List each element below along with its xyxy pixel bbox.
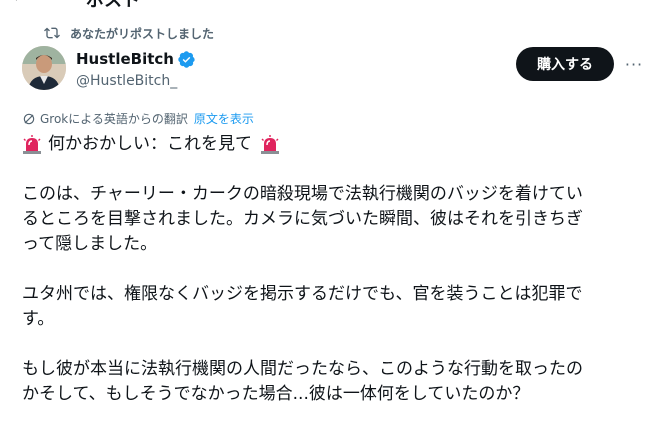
tweet-headline: 何かおかしい：これを見て xyxy=(22,132,642,157)
buy-button[interactable]: 購入する xyxy=(516,47,614,81)
avatar[interactable] xyxy=(22,46,66,90)
translation-label: Grokによる英語からの翻訳 xyxy=(40,112,188,126)
author-name-line[interactable]: HustleBitch xyxy=(76,50,195,68)
tweet-line: もし彼が本当に法執行機関の人間だったなら、このような行動を取ったの xyxy=(22,359,583,379)
arrow-left-icon[interactable]: ← xyxy=(12,0,27,7)
tweet-line: す。 xyxy=(22,309,55,329)
tweet-line: って隠しました。 xyxy=(22,234,158,254)
repost-indicator: あなたがリポストしました xyxy=(44,24,214,42)
author-name[interactable]: HustleBitch xyxy=(76,50,174,68)
siren-icon xyxy=(23,134,41,154)
avatar-image xyxy=(22,46,66,90)
tweet-line: ユタ州では、権限なくバッジを掲示するだけでも、官を装うことは犯罪で xyxy=(22,284,583,304)
grok-icon xyxy=(23,113,35,124)
tweet-line: このは、チャーリー・カークの暗殺現場で法執行機関のバッジを着けてい xyxy=(22,184,583,204)
top-bar: ← ポスト xyxy=(0,0,662,11)
author-handle[interactable]: @HustleBitch_ xyxy=(76,73,177,89)
siren-icon xyxy=(261,134,279,154)
tweet-line: かそして、もしそうでなかった場合...彼は一体何をしていたのか？ xyxy=(22,384,530,404)
headline-text: 何かおかしい：これを見て xyxy=(48,134,252,154)
repost-text: あなたがリポストしました xyxy=(70,26,215,41)
show-original-link[interactable]: 原文を表示 xyxy=(194,110,254,127)
verified-badge-icon xyxy=(178,50,195,68)
repost-icon xyxy=(44,27,60,39)
more-icon[interactable]: ··· xyxy=(622,52,646,76)
page-title: ポスト xyxy=(86,0,140,11)
translation-notice: Grokによる英語からの翻訳 原文を表示 xyxy=(22,110,254,127)
tweet-text: 何かおかしい：これを見て このは、チャーリー・カークの暗殺現場で法執行機関のバッ… xyxy=(22,132,642,407)
tweet-line: るところを目撃されました。カメラに気づいた瞬間、彼はそれを引きちぎ xyxy=(22,209,583,229)
